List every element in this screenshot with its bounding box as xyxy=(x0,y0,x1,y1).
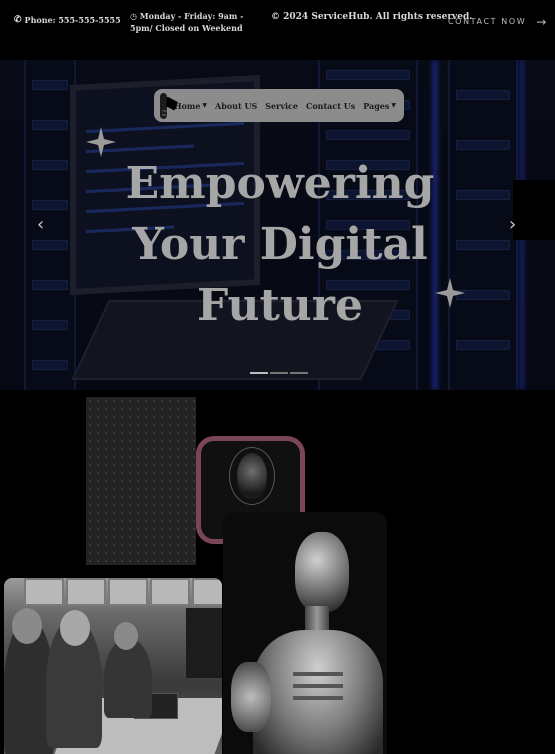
dot-pattern-panel xyxy=(86,397,196,565)
phone-text: Phone: 555-555-5555 xyxy=(24,15,121,25)
hero-title-line: Future xyxy=(197,280,363,331)
carousel-indicator[interactable] xyxy=(290,372,308,374)
nav-about-label: About US xyxy=(215,100,258,111)
carousel-indicator[interactable] xyxy=(250,372,268,374)
chevron-right-icon[interactable]: › xyxy=(509,214,516,235)
caret-down-icon: ▼ xyxy=(391,102,396,109)
nav-home[interactable]: Home ▼ xyxy=(174,101,207,111)
humanoid-robot-image xyxy=(223,512,387,754)
copyright-text: © 2024 ServiceHub. All rights reserved. xyxy=(271,12,473,22)
team-office-image xyxy=(4,578,222,754)
nav-pages-label: Pages xyxy=(363,100,390,111)
nav-contact-us[interactable]: Contact Us xyxy=(306,101,355,111)
hero-title-line: Empowering xyxy=(125,158,435,209)
nav-about-us[interactable]: About US xyxy=(215,101,257,111)
contact-now-label: CONTACT NOW xyxy=(448,17,527,26)
nav-service-label: Service xyxy=(265,100,298,111)
nav-home-label: Home xyxy=(173,100,201,111)
hero-headline: Empowering Your Digital Future xyxy=(100,153,460,336)
nav-service[interactable]: Service xyxy=(265,101,298,111)
phone-icon: ✆ xyxy=(14,15,22,25)
arrow-right-icon: → xyxy=(536,15,547,29)
nav-contact-label: Contact Us xyxy=(305,100,356,111)
clock-icon: ◷ xyxy=(130,11,137,21)
contact-now-link[interactable]: CONTACT NOW → xyxy=(448,16,546,28)
main-navbar: TECH DEALS Home ▼ About US Service Conta… xyxy=(154,89,404,122)
hero-title-line: Your Digital xyxy=(132,219,428,270)
logo-text: TECH DEALS xyxy=(162,108,172,117)
business-hours: ◷ Monday - Friday: 9am - 5pm/ Closed on … xyxy=(130,10,255,34)
chevron-left-icon[interactable]: ‹ xyxy=(37,214,44,235)
hours-text: Monday - Friday: 9am - 5pm/ Closed on We… xyxy=(130,11,244,33)
carousel-indicator[interactable] xyxy=(270,372,288,374)
nav-pages[interactable]: Pages ▼ xyxy=(363,101,396,111)
caret-down-icon: ▼ xyxy=(202,102,208,109)
phone-info: ✆ Phone: 555-555-5555 xyxy=(14,14,121,26)
top-bar: ✆ Phone: 555-555-5555 ◷ Monday - Friday:… xyxy=(0,0,555,60)
site-logo[interactable]: TECH DEALS xyxy=(160,92,172,119)
hero-side-panel xyxy=(513,180,555,240)
carousel-indicators xyxy=(250,372,308,374)
